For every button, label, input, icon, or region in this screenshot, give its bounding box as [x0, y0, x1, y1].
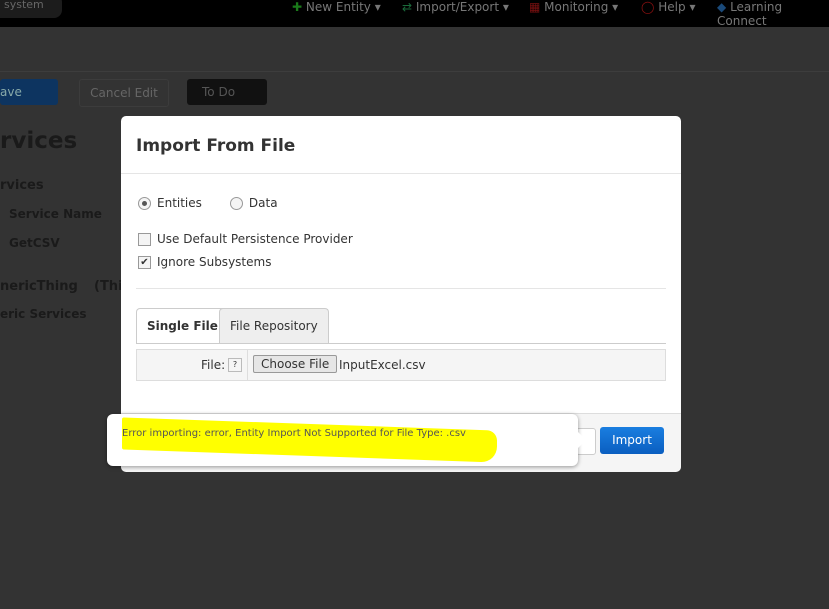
- divider: [136, 343, 666, 344]
- error-message: Error importing: error, Entity Import No…: [122, 428, 466, 439]
- menu-help[interactable]: ◯ Help ▾: [641, 0, 695, 14]
- dialog-title: Import From File: [136, 136, 296, 156]
- search-input[interactable]: system: [0, 0, 62, 18]
- menu-monitoring[interactable]: ▦ Monitoring ▾: [529, 0, 618, 14]
- generic-services: eric Services: [0, 307, 87, 321]
- choose-file-button[interactable]: Choose File: [253, 355, 338, 373]
- data-radio[interactable]: [229, 196, 243, 210]
- page-title: rvices: [0, 128, 78, 154]
- column-header: Service Name: [9, 207, 102, 221]
- arrows-icon: ⇄: [402, 0, 413, 14]
- divider: [0, 71, 829, 72]
- cancel-edit-button[interactable]: Cancel Edit: [79, 79, 169, 107]
- import-button[interactable]: Import: [600, 427, 664, 454]
- tab-single-file[interactable]: Single File: [136, 308, 229, 344]
- save-button[interactable]: ave: [0, 79, 58, 105]
- plus-icon: ✚: [292, 0, 303, 14]
- section-title: rvices: [0, 178, 44, 193]
- file-row: File: ? Choose File InputExcel.csv: [136, 349, 666, 381]
- tab-file-repository[interactable]: File Repository: [219, 308, 329, 344]
- highlight-mark: [122, 417, 497, 463]
- error-tooltip: Error importing: error, Entity Import No…: [107, 414, 586, 466]
- service-row[interactable]: GetCSV: [9, 236, 60, 250]
- thing-title: nericThing: [0, 279, 78, 294]
- divider: [121, 173, 681, 174]
- use-default-persistence-checkbox[interactable]: [138, 232, 151, 246]
- menu-new-entity[interactable]: ✚ New Entity ▾: [292, 0, 381, 14]
- graduation-cap-icon: ◆: [717, 0, 727, 14]
- divider: [136, 288, 666, 289]
- lifebuoy-icon: ◯: [641, 0, 655, 14]
- entities-radio[interactable]: [138, 196, 151, 210]
- monitoring-icon: ▦: [529, 0, 541, 14]
- filename: InputExcel.csv: [339, 358, 426, 372]
- ignore-subsystems-checkbox[interactable]: ✔: [138, 255, 151, 269]
- menu-import-export[interactable]: ⇄ Import/Export ▾: [402, 0, 509, 14]
- thing-suffix: (Thi: [94, 279, 123, 294]
- menu-learning-connect[interactable]: ◆ Learning Connect: [717, 0, 829, 28]
- top-nav: system ✚ New Entity ▾ ⇄ Import/Export ▾ …: [0, 0, 829, 28]
- todo-button[interactable]: To Do: [187, 79, 267, 105]
- help-icon[interactable]: ?: [228, 358, 242, 372]
